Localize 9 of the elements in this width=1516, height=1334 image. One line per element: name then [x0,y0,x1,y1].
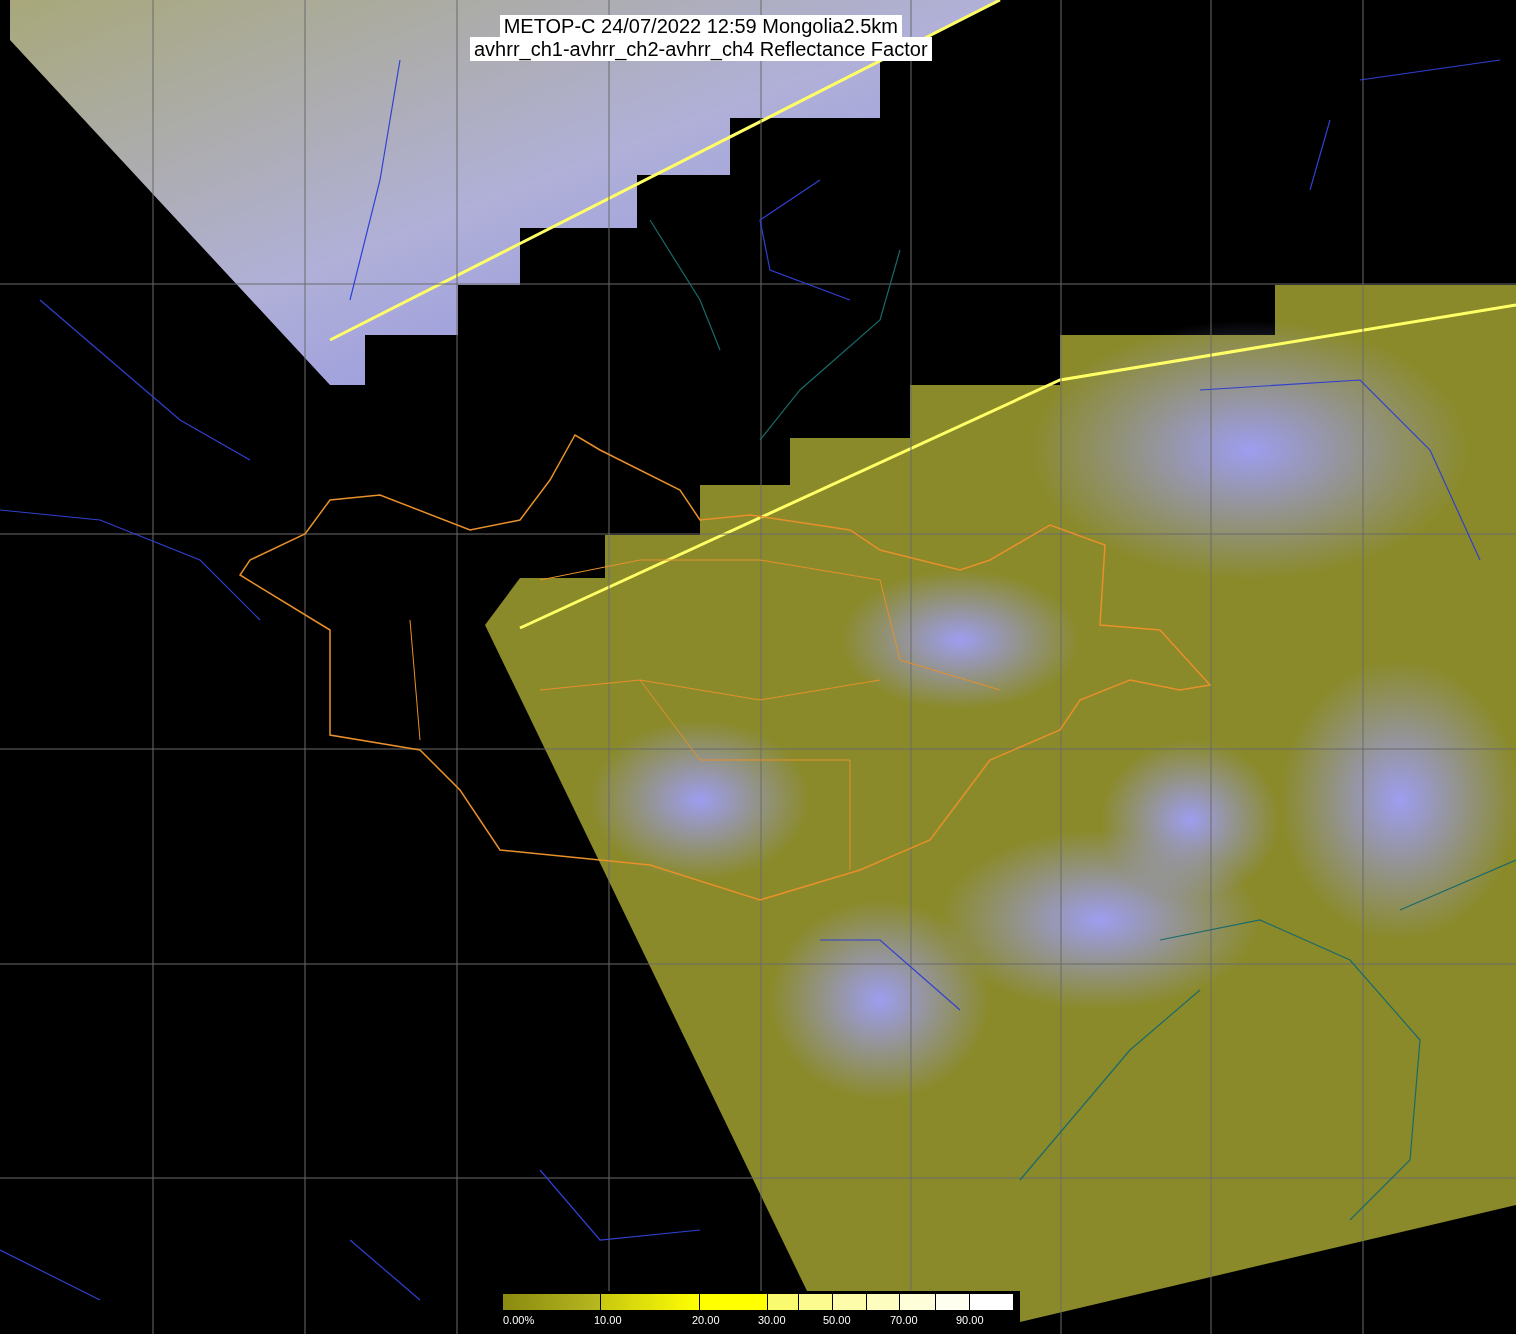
colorbar-label: 10.00 [594,1313,622,1327]
map-subtitle: avhrr_ch1-avhrr_ch2-avhrr_ch4 Reflectance Factor [470,37,932,61]
colorbar-label: 0.00% [503,1313,535,1327]
colorbar-label: 50.00 [823,1313,851,1327]
colorbar-label: 90.00 [956,1313,984,1327]
colorbar-label: 20.00 [692,1313,720,1327]
map-title: METOP-C 24/07/2022 12:59 Mongolia2.5km [499,15,902,37]
colorbar-label: 30.00 [758,1313,786,1327]
colorbar-label: 70.00 [890,1313,918,1327]
